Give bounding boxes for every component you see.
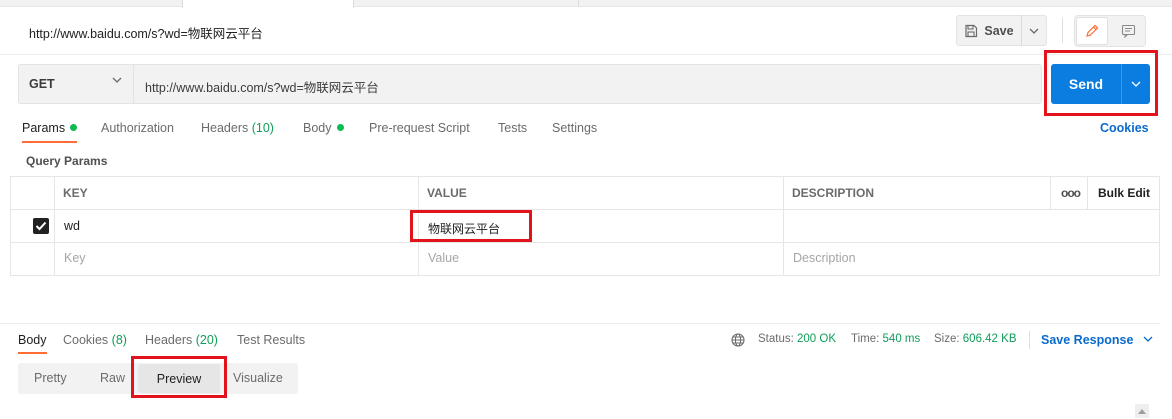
size-value: 606.42 KB [962,333,1017,345]
table-bottom-border [10,275,1160,276]
save-dropdown-button[interactable] [1021,15,1047,46]
table-col-border [1087,176,1088,210]
time-label: Time: [851,333,880,345]
tab-headers[interactable]: Headers (10) [201,121,274,135]
scroll-up-icon [1138,408,1146,414]
tab-authorization[interactable]: Authorization [101,121,174,135]
status-value: 200 OK [797,333,837,345]
view-pretty[interactable]: Pretty [34,371,67,385]
query-params-heading: Query Params [26,154,108,168]
chevron-down-icon [1029,28,1039,34]
divider [1029,331,1030,349]
tab-strip [0,0,1172,8]
pencil-icon [1086,24,1099,37]
response-tab-test-results[interactable]: Test Results [237,333,305,347]
send-button[interactable]: Send [1051,64,1121,104]
request-tab-active[interactable] [182,0,354,8]
tab-headers-label: Headers [201,121,249,135]
divider [1062,18,1063,43]
param-key-cell[interactable]: wd [64,219,80,233]
table-top-border [10,176,1160,177]
params-indicator-dot [70,124,78,131]
value-input[interactable]: Value [428,251,459,265]
table-col-border [54,176,55,276]
tab-body-label: Body [303,121,332,135]
column-header-description: DESCRIPTION [792,186,875,200]
view-preview-label: Preview [156,371,202,386]
status-label: Status: [758,333,794,345]
param-value-cell[interactable]: 物联网云平台 [428,220,500,237]
save-button[interactable]: Save [956,15,1022,46]
column-header-value: VALUE [427,186,467,200]
bulk-edit-button[interactable]: Bulk Edit [1098,186,1150,200]
view-raw[interactable]: Raw [100,371,125,385]
scroll-up-button[interactable] [1135,404,1149,418]
key-input[interactable]: Key [64,251,86,265]
save-response-label: Save Response [1041,333,1134,347]
table-row-border [10,209,1160,210]
tab-prerequest-script[interactable]: Pre-request Script [369,121,470,135]
save-label: Save [984,23,1014,38]
response-cookies-count: (8) [111,333,127,347]
table-col-border [1050,176,1051,210]
response-headers-label: Headers [145,333,193,347]
comments-button[interactable] [1112,17,1144,45]
chevron-down-icon [1143,336,1153,342]
comment-icon [1121,24,1135,38]
checkbox-checked-icon [35,221,47,231]
tab-body[interactable]: Body [303,121,344,135]
url-input[interactable]: http://www.baidu.com/s?wd=物联网云平台 [145,77,379,96]
send-dropdown-button[interactable] [1121,64,1150,104]
response-tab-underline [18,352,47,354]
table-row-border [10,242,1160,243]
response-time[interactable]: Time: 540 ms [851,333,920,345]
response-tab-body[interactable]: Body [18,333,47,347]
size-label: Size: [934,333,960,345]
save-icon [965,24,978,37]
cookies-link[interactable]: Cookies [1100,121,1149,135]
tab-params-label: Params [22,121,66,135]
send-label: Send [1068,76,1104,92]
response-size[interactable]: Size: 606.42 KB [934,333,1017,345]
view-preview[interactable]: Preview [138,364,220,393]
edit-button[interactable] [1076,17,1108,45]
response-tab-headers[interactable]: Headers (20) [145,333,218,347]
chevron-down-icon [112,77,122,83]
body-indicator-dot [336,124,344,131]
response-divider [0,323,1160,324]
table-col-border [418,176,419,276]
method-label: GET [29,77,55,91]
response-headers-count: (20) [195,333,218,347]
request-title[interactable]: http://www.baidu.com/s?wd=物联网云平台 [29,23,263,42]
active-tab-underline [22,141,77,143]
response-cookies-label: Cookies [63,333,109,347]
response-tab-cookies[interactable]: Cookies (8) [63,333,127,347]
tab-tests[interactable]: Tests [498,121,527,135]
time-value: 540 ms [882,333,921,345]
header-divider [0,54,1172,55]
tab-params[interactable]: Params [22,121,78,135]
method-divider [133,65,134,103]
method-select[interactable]: GET [19,65,133,103]
column-header-key: KEY [63,186,88,200]
tab-settings[interactable]: Settings [552,121,597,135]
row-enabled-checkbox[interactable] [33,218,49,234]
view-visualize[interactable]: Visualize [233,371,283,385]
save-response-button[interactable]: Save Response [1041,333,1153,347]
table-col-border [783,176,784,276]
tab-separator [578,0,579,7]
globe-icon[interactable] [731,333,745,347]
headers-count: (10) [251,121,274,135]
chevron-down-icon [1131,81,1141,87]
table-left-border [10,176,11,276]
description-input[interactable]: Description [793,251,856,265]
response-status[interactable]: Status: 200 OK [758,333,836,345]
more-options-button[interactable]: ooo [1061,186,1081,200]
table-right-border [1159,176,1160,276]
